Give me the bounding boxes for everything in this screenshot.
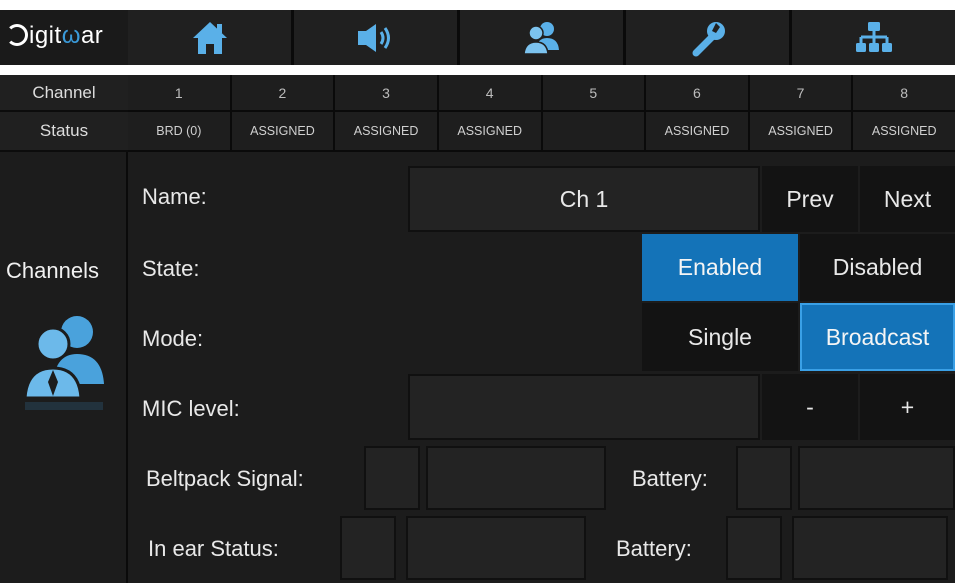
users-icon [522, 21, 559, 55]
nav-audio-button[interactable] [294, 10, 460, 65]
sidebar: Channels [0, 152, 128, 583]
beltpack-battery-indicator [736, 446, 792, 510]
channel-cell-2[interactable]: 2 [231, 75, 336, 112]
status-cell-8[interactable]: ASSIGNED [853, 112, 955, 152]
beltpack-signal-indicator [364, 446, 420, 510]
status-cell-4[interactable]: ASSIGNED [438, 112, 543, 152]
beltpack-signal-label: Beltpack Signal: [146, 466, 304, 491]
channel-cell-3[interactable]: 3 [335, 75, 439, 112]
status-cell-7[interactable]: ASSIGNED [749, 112, 854, 152]
status-cell-3[interactable]: ASSIGNED [335, 112, 439, 152]
beltpack-battery-value [798, 446, 955, 510]
mode-single-button[interactable]: Single [642, 303, 798, 371]
status-cell-1[interactable]: BRD (0) [128, 112, 232, 152]
channel-name-field[interactable]: Ch 1 [408, 166, 760, 232]
channel-row-label: Channel [0, 75, 128, 112]
in-ear-status-value [406, 516, 586, 580]
channel-cell-4[interactable]: 4 [438, 75, 543, 112]
nav-settings-button[interactable] [626, 10, 792, 65]
wrench-icon [692, 21, 725, 56]
status-cell-2[interactable]: ASSIGNED [231, 112, 336, 152]
logo: igitωar [0, 10, 128, 65]
state-enabled-button[interactable]: Enabled [642, 234, 798, 301]
logo-text: igitωar [6, 22, 103, 50]
nav-network-button[interactable] [792, 10, 955, 65]
in-ear-status-indicator [340, 516, 396, 580]
mic-decrease-button[interactable]: - [762, 374, 858, 440]
logo-mark [6, 24, 28, 46]
sidebar-title: Channels [6, 258, 99, 283]
speaker-icon [357, 23, 390, 52]
status-cell-5[interactable] [542, 112, 647, 152]
status-row-label: Status [0, 112, 128, 152]
beltpack-signal-value [426, 446, 606, 510]
state-disabled-button[interactable]: Disabled [800, 234, 955, 301]
in-ear-battery-label: Battery: [616, 536, 692, 561]
mic-increase-button[interactable]: + [860, 374, 955, 440]
status-cell-6[interactable]: ASSIGNED [646, 112, 750, 152]
channel-status-row: BRD (0) ASSIGNED ASSIGNED ASSIGNED ASSIG… [128, 112, 955, 152]
mode-label: Mode: [142, 326, 204, 351]
mode-broadcast-button[interactable]: Broadcast [800, 303, 955, 371]
in-ear-battery-indicator [726, 516, 782, 580]
channel-cell-7[interactable]: 7 [749, 75, 854, 112]
mic-level-display [408, 374, 760, 440]
beltpack-battery-label: Battery: [632, 466, 708, 491]
top-nav [128, 10, 955, 65]
prev-button[interactable]: Prev [762, 166, 858, 232]
network-icon [855, 21, 892, 52]
nav-home-button[interactable] [128, 10, 294, 65]
channels-users-icon [20, 312, 110, 417]
channel-number-row: 1 2 3 4 5 6 7 8 [128, 75, 955, 112]
name-label: Name: [142, 184, 207, 209]
channel-cell-5[interactable]: 5 [542, 75, 647, 112]
in-ear-battery-value [792, 516, 948, 580]
channel-cell-1[interactable]: 1 [128, 75, 232, 112]
channel-settings-panel: Name: Ch 1 Prev Next State: Enabled Disa… [128, 152, 955, 583]
state-label: State: [142, 256, 200, 281]
home-icon [192, 21, 227, 54]
channel-cell-8[interactable]: 8 [853, 75, 955, 112]
channel-cell-6[interactable]: 6 [646, 75, 750, 112]
nav-users-button[interactable] [460, 10, 626, 65]
next-button[interactable]: Next [860, 166, 955, 232]
in-ear-status-label: In ear Status: [148, 536, 279, 561]
mic-level-label: MIC level: [142, 396, 240, 421]
